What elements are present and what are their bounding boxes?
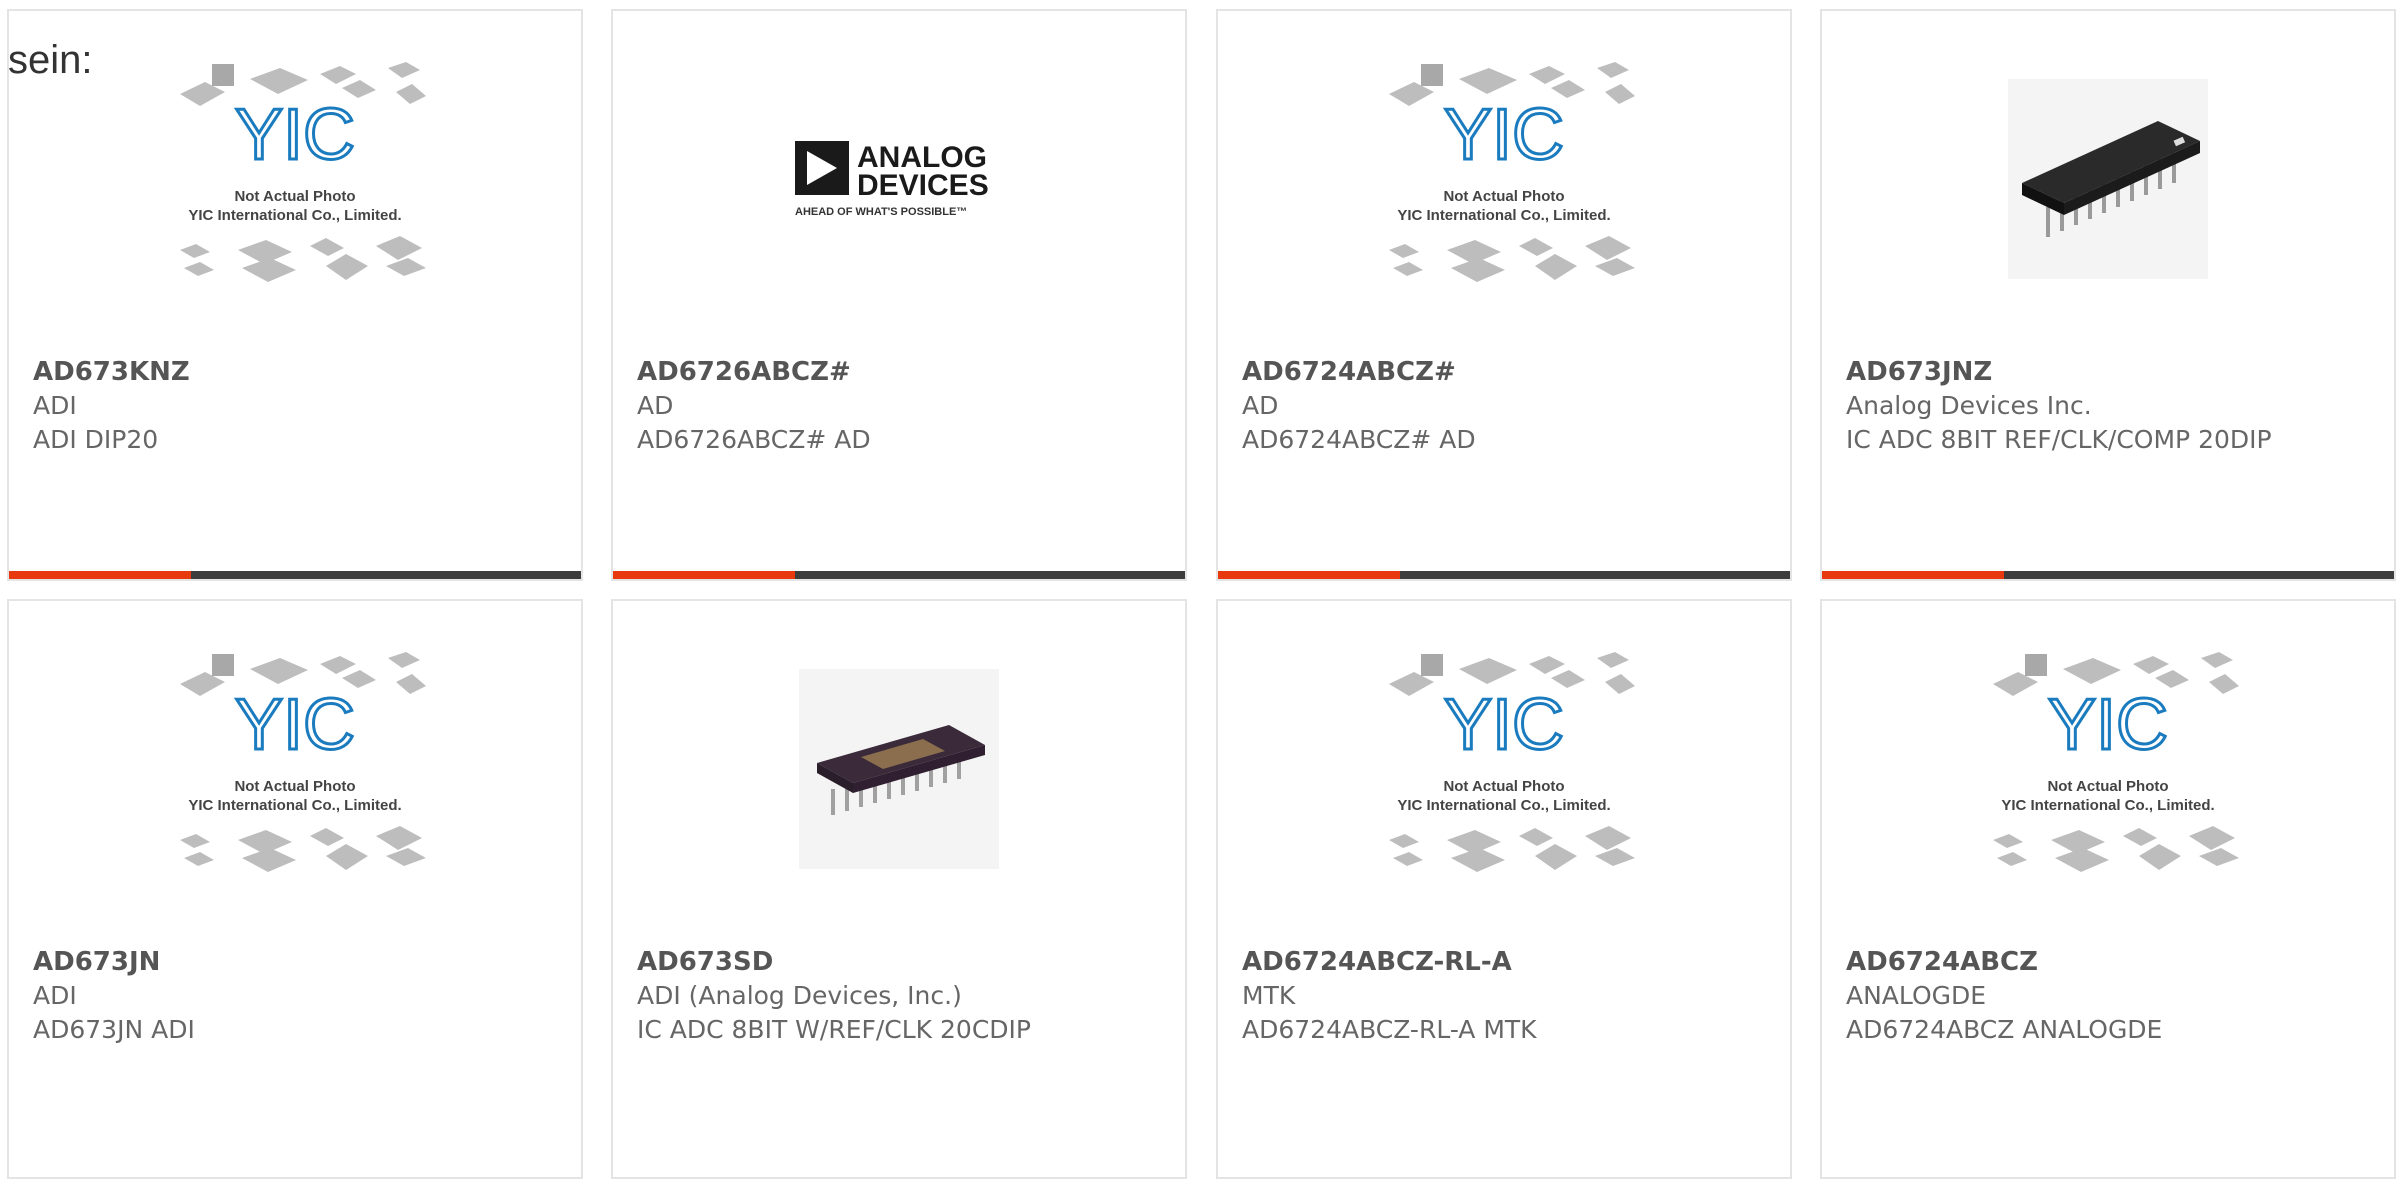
dip-chip-black-icon bbox=[2022, 121, 2200, 237]
placeholder-icon: YIC Not Actual Photo YIC International C… bbox=[1389, 652, 1635, 872]
manufacturer: ADI bbox=[33, 981, 77, 1010]
svg-text:YIC International Co., Limited: YIC International Co., Limited. bbox=[1397, 207, 1610, 224]
description: ADI DIP20 bbox=[33, 425, 159, 454]
manufacturer: AD bbox=[637, 391, 674, 420]
part-number-link[interactable]: AD6726ABCZ# bbox=[637, 355, 1165, 389]
placeholder-icon: YIC Not Actual Photo YIC International C… bbox=[180, 62, 426, 282]
manufacturer: AD bbox=[1242, 391, 1279, 420]
placeholder-icon: YIC Not Actual Photo YIC International C… bbox=[180, 652, 426, 872]
manufacturer: Analog Devices Inc. bbox=[1846, 391, 2092, 420]
svg-text:Not Actual Photo: Not Actual Photo bbox=[1443, 778, 1564, 795]
product-image[interactable] bbox=[1822, 11, 2394, 347]
svg-text:YIC: YIC bbox=[2048, 685, 2168, 765]
product-card[interactable]: YIC Not Actual Photo YIC International C… bbox=[7, 9, 583, 581]
description: AD6724ABCZ-RL-A MTK bbox=[1242, 1015, 1537, 1044]
card-bottom-bar bbox=[613, 571, 1185, 579]
description: AD673JN ADI bbox=[33, 1015, 195, 1044]
manufacturer: MTK bbox=[1242, 981, 1296, 1010]
svg-text:YIC: YIC bbox=[235, 685, 355, 765]
part-number-link[interactable]: AD673JN bbox=[33, 945, 561, 979]
product-card[interactable]: AD673JNZ Analog Devices Inc. IC ADC 8BIT… bbox=[1820, 9, 2396, 581]
svg-text:DEVICES: DEVICES bbox=[857, 169, 989, 202]
product-image[interactable]: YIC Not Actual Photo YIC International C… bbox=[9, 11, 581, 347]
part-number-link[interactable]: AD6724ABCZ-RL-A bbox=[1242, 945, 1770, 979]
card-bottom-bar bbox=[1822, 571, 2394, 579]
description: IC ADC 8BIT REF/CLK/COMP 20DIP bbox=[1846, 425, 2272, 454]
part-number-link[interactable]: AD673KNZ bbox=[33, 355, 561, 389]
manufacturer: ADI (Analog Devices, Inc.) bbox=[637, 981, 962, 1010]
svg-text:YIC: YIC bbox=[1444, 95, 1564, 175]
part-number-link[interactable]: AD673SD bbox=[637, 945, 1165, 979]
svg-text:YIC International Co., Limited: YIC International Co., Limited. bbox=[2001, 797, 2214, 814]
product-image[interactable]: YIC Not Actual Photo YIC International C… bbox=[9, 601, 581, 937]
manufacturer: ADI bbox=[33, 391, 77, 420]
product-image[interactable]: YIC Not Actual Photo YIC International C… bbox=[1822, 601, 2394, 937]
product-image[interactable] bbox=[613, 601, 1185, 937]
description: AD6724ABCZ# AD bbox=[1242, 425, 1476, 454]
analog-devices-logo: ANALOG DEVICES AHEAD OF WHAT'S POSSIBLE™ bbox=[795, 141, 989, 218]
product-card[interactable]: YIC Not Actual Photo YIC International C… bbox=[7, 599, 583, 1179]
dip-chip-ceramic-icon bbox=[817, 725, 985, 815]
description: AD6726ABCZ# AD bbox=[637, 425, 871, 454]
svg-text:Not Actual Photo: Not Actual Photo bbox=[234, 778, 355, 795]
svg-text:YIC International Co., Limited: YIC International Co., Limited. bbox=[188, 207, 401, 224]
description: AD6724ABCZ ANALOGDE bbox=[1846, 1015, 2163, 1044]
product-image[interactable]: ANALOG DEVICES AHEAD OF WHAT'S POSSIBLE™ bbox=[613, 11, 1185, 347]
product-card[interactable]: YIC Not Actual Photo YIC International C… bbox=[1820, 599, 2396, 1179]
svg-text:YIC International Co., Limited: YIC International Co., Limited. bbox=[1397, 797, 1610, 814]
svg-text:YIC: YIC bbox=[1444, 685, 1564, 765]
chip-photo bbox=[2008, 79, 2208, 279]
part-number-link[interactable]: AD6724ABCZ bbox=[1846, 945, 2374, 979]
description: IC ADC 8BIT W/REF/CLK 20CDIP bbox=[637, 1015, 1031, 1044]
product-image[interactable]: YIC Not Actual Photo YIC International C… bbox=[1218, 11, 1790, 347]
card-bottom-bar bbox=[1218, 571, 1790, 579]
part-number-link[interactable]: AD6724ABCZ# bbox=[1242, 355, 1770, 389]
svg-text:YIC International Co., Limited: YIC International Co., Limited. bbox=[188, 797, 401, 814]
svg-text:YIC: YIC bbox=[235, 95, 355, 175]
product-card[interactable]: YIC Not Actual Photo YIC International C… bbox=[1216, 9, 1792, 581]
svg-text:Not Actual Photo: Not Actual Photo bbox=[234, 188, 355, 205]
svg-text:Not Actual Photo: Not Actual Photo bbox=[2047, 778, 2168, 795]
product-card[interactable]: ANALOG DEVICES AHEAD OF WHAT'S POSSIBLE™… bbox=[611, 9, 1187, 581]
placeholder-icon: YIC Not Actual Photo YIC International C… bbox=[1993, 652, 2239, 872]
chip-photo bbox=[799, 669, 999, 869]
svg-text:Not Actual Photo: Not Actual Photo bbox=[1443, 188, 1564, 205]
section-heading: sein: bbox=[8, 38, 93, 82]
product-image[interactable]: YIC Not Actual Photo YIC International C… bbox=[1218, 601, 1790, 937]
card-bottom-bar bbox=[9, 571, 581, 579]
manufacturer: ANALOGDE bbox=[1846, 981, 1987, 1010]
part-number-link[interactable]: AD673JNZ bbox=[1846, 355, 2374, 389]
svg-text:AHEAD OF WHAT'S POSSIBLE™: AHEAD OF WHAT'S POSSIBLE™ bbox=[795, 206, 967, 218]
placeholder-icon: YIC Not Actual Photo YIC International C… bbox=[1389, 62, 1635, 282]
product-card[interactable]: AD673SD ADI (Analog Devices, Inc.) IC AD… bbox=[611, 599, 1187, 1179]
product-card[interactable]: YIC Not Actual Photo YIC International C… bbox=[1216, 599, 1792, 1179]
